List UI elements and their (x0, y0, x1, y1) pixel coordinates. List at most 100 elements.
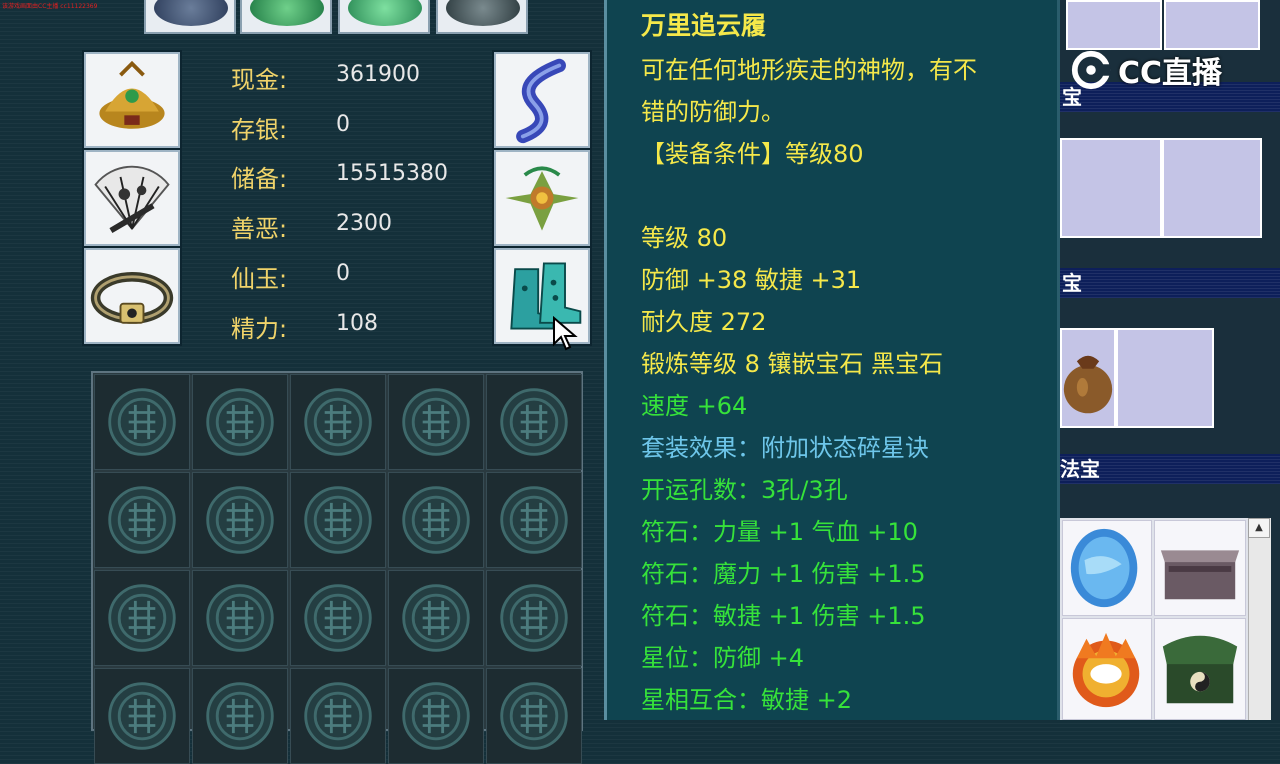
empty-slot-emblem-icon (108, 584, 176, 652)
equip-slot-helmet[interactable] (82, 50, 182, 150)
stat-value-savings: 0 (336, 112, 350, 137)
treasure-slot[interactable] (1060, 138, 1162, 238)
ribbon-icon (516, 58, 566, 144)
tooltip-forge: 锻炼等级 8 镶嵌宝石 黑宝石 (641, 350, 944, 378)
stone-chest-icon (1160, 550, 1240, 600)
tooltip-star: 星位：防御 +4 (641, 644, 805, 672)
equip-slot-necklace[interactable] (492, 148, 592, 248)
fabao-slot[interactable] (1062, 618, 1152, 720)
stat-value-jade: 0 (336, 261, 350, 286)
stat-label-jade: 仙玉: (231, 265, 288, 293)
empty-slot-emblem-icon (108, 682, 176, 750)
stat-value-energy: 108 (336, 311, 378, 336)
inventory-slot[interactable] (388, 668, 484, 764)
empty-slot-emblem-icon (304, 584, 372, 652)
fabao-scrollbar[interactable] (1248, 518, 1271, 720)
empty-slot-emblem-icon (500, 486, 568, 554)
inventory-slot[interactable] (486, 570, 582, 666)
stat-label-karma: 善恶: (231, 215, 288, 243)
inventory-slot[interactable] (94, 472, 190, 568)
tooltip-star-combo: 星相互合：敏捷 +2 (641, 686, 853, 714)
empty-slot-emblem-icon (304, 682, 372, 750)
empty-slot-emblem-icon (108, 388, 176, 456)
fan-weapon-icon (94, 165, 170, 234)
equip-slot-accessory[interactable] (492, 50, 592, 150)
cc-live-watermark: CC直播 (1070, 44, 1222, 96)
inventory-slot[interactable] (388, 374, 484, 470)
cc-logo-text: CC直播 (1118, 56, 1223, 91)
inventory-slot[interactable] (486, 472, 582, 568)
top-item-slot[interactable] (436, 0, 528, 34)
tooltip-rune-1: 符石：力量 +1 气血 +10 (641, 518, 918, 546)
inventory-slot[interactable] (388, 472, 484, 568)
top-item-slot[interactable] (144, 0, 236, 34)
money-bag-icon (1063, 355, 1113, 414)
tooltip-desc-line1: 可在任何地形疾走的神物，有不 (641, 56, 977, 84)
treasure-slot-bag[interactable] (1060, 328, 1116, 428)
fabao-slot[interactable] (1062, 520, 1152, 616)
inventory-slot[interactable] (192, 374, 288, 470)
inventory-slot[interactable] (388, 570, 484, 666)
stat-value-reserve: 15515380 (336, 161, 448, 186)
tooltip-rune-2: 符石：魔力 +1 伤害 +1.5 (641, 560, 926, 588)
tooltip-slots: 开运孔数：3孔/3孔 (641, 476, 848, 504)
jade-chest-icon (1162, 635, 1238, 704)
tooltip-requirement: 【装备条件】等级80 (641, 140, 864, 168)
tooltip-level: 等级 80 (641, 224, 728, 252)
fabao-slot[interactable] (1154, 520, 1246, 616)
inventory-slot[interactable] (192, 570, 288, 666)
equip-slot-belt[interactable] (82, 246, 182, 346)
inventory-slot[interactable] (290, 668, 386, 764)
inventory-slot[interactable] (94, 374, 190, 470)
inventory-slot[interactable] (192, 472, 288, 568)
stat-value-karma: 2300 (336, 211, 392, 236)
tooltip-desc-line2: 错的防御力。 (641, 98, 785, 126)
empty-slot-emblem-icon (304, 486, 372, 554)
tooltip-item-name: 万里追云履 (641, 11, 767, 40)
empty-slot-emblem-icon (402, 682, 470, 750)
inventory-slot[interactable] (290, 374, 386, 470)
empty-slot-emblem-icon (206, 486, 274, 554)
tooltip-rune-3: 符石：敏捷 +1 伤害 +1.5 (641, 602, 926, 630)
helmet-icon (99, 60, 165, 129)
tooltip-set-effect: 套装效果：附加状态碎星诀 (641, 434, 929, 462)
stat-value-cash: 361900 (336, 62, 420, 87)
stat-label-reserve: 储备: (231, 165, 288, 193)
tooltip-speed: 速度 +64 (641, 392, 748, 420)
section-band-fabao: 法宝 (1060, 454, 1280, 484)
treasure-slot[interactable] (1116, 328, 1214, 428)
stat-label-savings: 存银: (231, 116, 288, 144)
cc-logo-icon (1071, 50, 1111, 90)
tooltip-defense: 防御 +38 敏捷 +31 (641, 266, 862, 294)
equip-slot-weapon[interactable] (82, 148, 182, 248)
empty-slot-emblem-icon (206, 388, 274, 456)
inventory-slot[interactable] (486, 668, 582, 764)
fabao-slot[interactable] (1154, 618, 1246, 720)
inventory-slot[interactable] (486, 374, 582, 470)
empty-slot-emblem-icon (206, 682, 274, 750)
section-band: 宝 (1060, 268, 1280, 298)
necklace-icon (505, 166, 579, 231)
blue-gem-icon (1070, 528, 1138, 608)
fire-talisman-icon (1072, 632, 1140, 708)
stat-label-energy: 精力: (231, 315, 288, 343)
top-item-slot[interactable] (240, 0, 332, 34)
inventory-slot[interactable] (94, 570, 190, 666)
belt-icon (90, 272, 174, 324)
top-item-slot[interactable] (338, 0, 430, 34)
treasure-slot[interactable] (1066, 0, 1162, 50)
empty-slot-emblem-icon (206, 584, 274, 652)
overlay-caption: 该游戏画面由CC主播 cc11122369 (2, 3, 98, 10)
inventory-slot[interactable] (94, 668, 190, 764)
empty-slot-emblem-icon (500, 388, 568, 456)
scroll-up-button[interactable]: ▲ (1248, 518, 1270, 538)
treasure-slot[interactable] (1162, 138, 1262, 238)
treasure-slot[interactable] (1164, 0, 1260, 50)
empty-slot-emblem-icon (500, 682, 568, 750)
inventory-slot[interactable] (290, 472, 386, 568)
inventory-slot[interactable] (192, 668, 288, 764)
empty-slot-emblem-icon (304, 388, 372, 456)
empty-slot-emblem-icon (402, 486, 470, 554)
empty-slot-emblem-icon (402, 584, 470, 652)
inventory-slot[interactable] (290, 570, 386, 666)
